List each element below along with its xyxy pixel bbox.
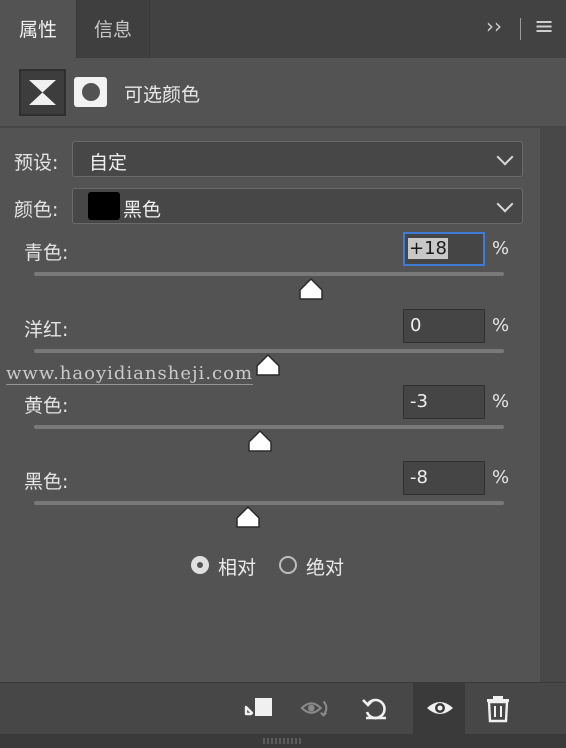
delete-trash-icon[interactable] bbox=[482, 693, 514, 723]
black-slider-thumb[interactable] bbox=[236, 506, 260, 528]
colors-select[interactable]: 黑色 bbox=[72, 188, 523, 224]
tab-info[interactable]: 信息 bbox=[76, 0, 150, 58]
absolute-label[interactable]: 绝对 bbox=[306, 553, 344, 580]
watermark: www.haoyidiansheji.com bbox=[6, 363, 254, 385]
yellow-label: 黄色: bbox=[24, 395, 69, 417]
magenta-input[interactable]: 0 bbox=[403, 309, 485, 343]
magenta-label: 洋红: bbox=[24, 319, 69, 341]
colors-label: 颜色: bbox=[14, 199, 59, 221]
black-percent: % bbox=[492, 467, 510, 488]
mask-circle bbox=[82, 83, 100, 101]
relative-radio[interactable] bbox=[191, 556, 209, 574]
selective-color-icon bbox=[29, 80, 56, 105]
preset-label: 预设: bbox=[14, 152, 59, 174]
preset-select[interactable]: 自定 bbox=[72, 141, 523, 177]
chevron-down-icon bbox=[496, 148, 514, 166]
visibility-eye-icon[interactable] bbox=[424, 693, 456, 723]
resize-grip[interactable] bbox=[263, 738, 303, 744]
header-divider bbox=[520, 18, 521, 40]
panel-menu-icon[interactable]: ≡ bbox=[534, 12, 554, 40]
adjustment-layer-icon[interactable] bbox=[19, 69, 66, 116]
preset-value: 自定 bbox=[89, 152, 128, 174]
cyan-slider-track[interactable] bbox=[34, 272, 504, 276]
relative-label[interactable]: 相对 bbox=[218, 553, 256, 580]
magenta-slider-thumb[interactable] bbox=[256, 354, 280, 376]
colors-value: 黑色 bbox=[123, 199, 162, 221]
view-previous-state-icon[interactable] bbox=[300, 693, 332, 723]
cyan-input[interactable]: +18 bbox=[403, 232, 485, 266]
yellow-slider-thumb[interactable] bbox=[248, 430, 272, 452]
absolute-radio[interactable] bbox=[279, 556, 297, 574]
cyan-percent: % bbox=[492, 238, 510, 259]
black-label: 黑色: bbox=[24, 471, 69, 493]
yellow-slider-track[interactable] bbox=[34, 425, 504, 429]
expand-icon[interactable]: ›› bbox=[486, 14, 502, 38]
black-slider-track[interactable] bbox=[34, 501, 504, 505]
yellow-input[interactable]: -3 bbox=[403, 385, 485, 419]
tab-properties[interactable]: 属性 bbox=[0, 0, 76, 58]
cyan-slider-thumb[interactable] bbox=[299, 278, 323, 300]
yellow-percent: % bbox=[492, 391, 510, 412]
color-swatch bbox=[88, 192, 120, 220]
panel-title: 可选颜色 bbox=[124, 84, 201, 106]
black-input[interactable]: -8 bbox=[403, 461, 485, 495]
clip-to-layer-icon[interactable] bbox=[242, 693, 274, 723]
cyan-label: 青色: bbox=[24, 242, 69, 264]
magenta-slider-track[interactable] bbox=[34, 349, 504, 353]
magenta-percent: % bbox=[492, 315, 510, 336]
reset-icon[interactable] bbox=[360, 693, 392, 723]
chevron-down-icon bbox=[496, 195, 514, 213]
scrollbar[interactable] bbox=[540, 128, 566, 682]
